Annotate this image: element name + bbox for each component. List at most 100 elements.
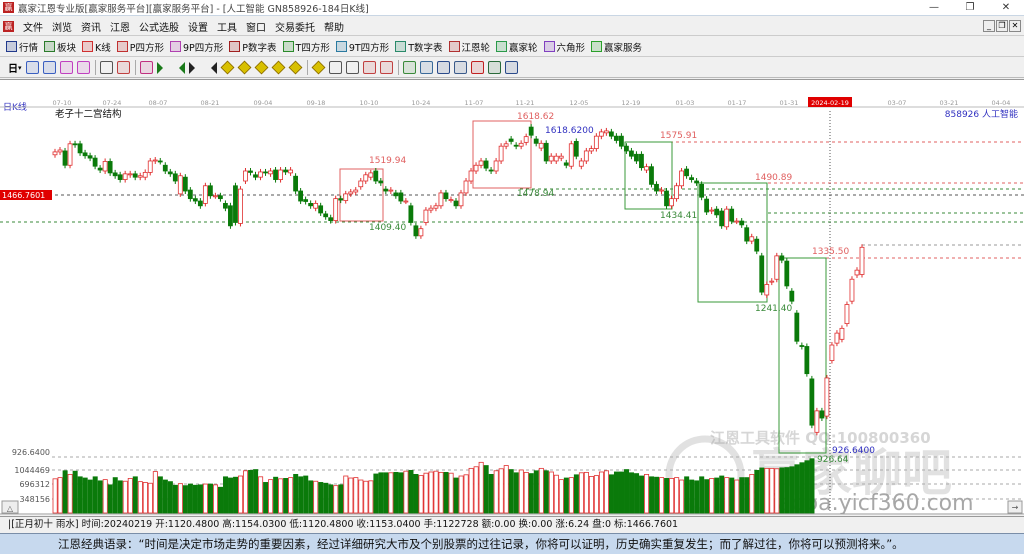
info-icon[interactable] [42,61,56,74]
volume-bar [187,483,193,514]
toolbar-button-9[interactable]: 江恩轮 [448,40,490,54]
menu-item-6[interactable]: 工具 [217,19,237,34]
shrink-icon[interactable] [311,60,325,75]
chart-canvas[interactable]: 江恩工具软件 QQ:100800360 赢家聊吧 liaoba.yicf360.… [0,80,1024,516]
title-bar: 赢 赢家江恩专业版[赢家服务平台][赢家服务平台] - [人工智能 GN8589… [0,0,1024,16]
volume-bar [67,473,73,514]
candle-up [709,209,715,212]
date-tick: 04-04 [992,99,1011,107]
next-icon[interactable] [205,61,217,74]
volume-bar [513,472,519,514]
overlay-icon[interactable] [25,61,39,74]
first-icon[interactable] [156,61,169,74]
menu-item-1[interactable]: 浏览 [52,19,72,34]
menu-item-0[interactable]: 文件 [23,19,43,34]
shift-left-icon[interactable] [254,60,268,75]
candle-up [764,284,770,296]
candle-up [478,160,484,166]
dollar-icon [591,41,603,52]
report-icon[interactable] [453,61,467,74]
toolbar-button-10[interactable]: 赢家轮 [496,40,538,54]
toolbar-button-5[interactable]: P数字表 [229,40,277,54]
p-number-table-icon [229,41,241,52]
volume-bar [644,473,650,514]
candle-up [854,269,860,276]
toolbar-button-6[interactable]: T四方形 [282,40,330,54]
candle-down [613,135,619,141]
toolbar-button-3[interactable]: P四方形 [116,40,164,54]
toolbar-button-2[interactable]: K线 [82,40,111,54]
shift-right-icon[interactable] [271,60,285,75]
toolbar-button-1[interactable]: 板块 [44,40,76,54]
menu-item-9[interactable]: 帮助 [324,19,344,34]
volume-tick: 1044469 [14,466,50,475]
zoom-in-icon[interactable] [220,60,234,75]
candle-up [548,155,554,162]
kline-chart[interactable]: 江恩工具软件 QQ:100800360 赢家聊吧 liaoba.yicf360.… [0,79,1024,516]
candle-up [553,155,559,162]
prev-icon[interactable] [188,61,201,74]
toolbar-button-0[interactable]: 行情 [6,40,38,54]
toolbar-button-8[interactable]: T数字表 [395,40,443,54]
calculator-icon[interactable] [436,61,450,74]
draw-line-icon[interactable] [362,61,376,74]
indicator2-icon[interactable] [76,61,90,74]
maximize-button[interactable]: ❐ [952,0,988,16]
mdi-minimize-button[interactable]: _ [983,20,995,32]
volume-bar [383,472,389,514]
candle-down [759,255,765,293]
volume-bar [458,475,464,514]
save-icon[interactable] [470,61,484,74]
candle-up [679,170,684,187]
menu-item-7[interactable]: 窗口 [246,19,266,34]
right-icon[interactable] [116,61,130,74]
volume-bar [543,470,549,514]
candle-up [674,185,679,200]
candle-type-icon[interactable] [99,61,113,74]
menu-item-8[interactable]: 交易委托 [275,19,315,34]
volume-bar [679,479,685,514]
indicator-icon[interactable] [59,61,73,74]
date-tick: 01-31 [780,99,799,107]
menu-item-4[interactable]: 公式选股 [139,19,179,34]
toolbar-button-12[interactable]: 赢家服务 [591,40,642,54]
print-icon[interactable] [504,61,518,74]
menu-item-3[interactable]: 江恩 [110,19,130,34]
hand-icon[interactable] [328,61,342,74]
toolbar-button-4[interactable]: 9P四方形 [170,40,223,54]
volume-bar [433,470,439,514]
volume-bar [308,480,314,514]
mdi-restore-button[interactable]: ❐ [996,20,1008,32]
volume-bar [358,479,364,514]
candle-down [233,185,238,223]
volume-bar [649,476,655,514]
toolbar-button-11[interactable]: 六角形 [543,40,585,54]
crosshair-icon[interactable] [345,61,359,74]
period-dropdown[interactable]: 日 [8,60,18,75]
candle-up [568,143,574,167]
network-icon[interactable] [487,61,501,74]
candle-up [463,180,469,194]
menu-item-2[interactable]: 资讯 [81,19,101,34]
toolbar-button-7[interactable]: 9T四方形 [335,40,389,54]
volume-bar [258,476,264,514]
expand-icon[interactable] [288,60,302,75]
toolbar-separator [306,60,308,75]
calendar-icon[interactable] [419,61,433,74]
flag-icon[interactable] [139,61,153,74]
date-tick: 07-24 [103,99,122,107]
volume-bar [804,460,810,514]
toolbar-button-label: 赢家服务 [604,42,643,54]
volume-bar [709,478,715,514]
gann-icon[interactable] [402,61,416,74]
last-icon[interactable] [173,61,185,74]
minimize-button[interactable]: — [916,0,952,16]
pattern-icon[interactable] [379,61,393,74]
mdi-close-button[interactable]: ✕ [1009,20,1021,32]
volume-bar [122,480,128,514]
menu-item-5[interactable]: 设置 [188,19,208,34]
volume-bar [568,477,574,514]
close-button[interactable]: ✕ [988,0,1024,16]
chevron-down-icon[interactable]: ▾ [18,64,22,72]
zoom-out-icon[interactable] [237,60,251,75]
